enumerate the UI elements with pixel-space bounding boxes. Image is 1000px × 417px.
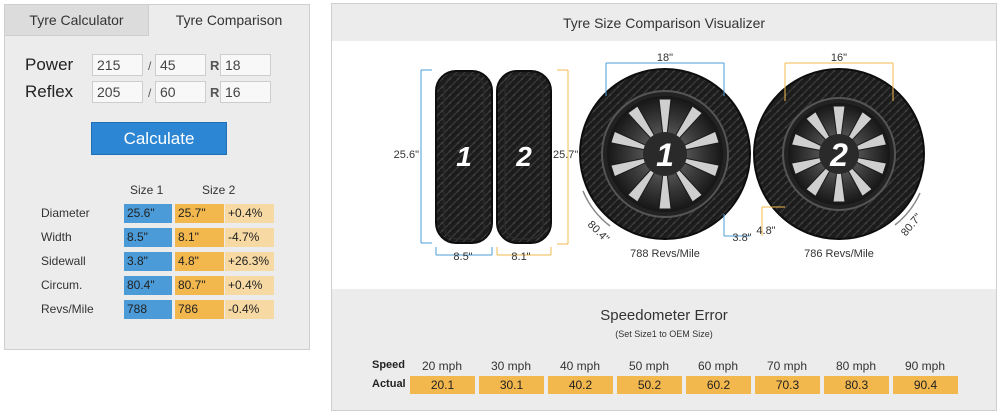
size2-label: Reflex: [25, 82, 74, 101]
separator-r: R: [210, 85, 220, 100]
front-tyre-2-number: 2: [829, 137, 848, 173]
tyre-diagram: 1 2 25.6" 25.7" 8.5" 8.1" 1 2 18" 80.4" …: [394, 52, 925, 263]
actual-speed-value: 90.4: [893, 376, 958, 394]
result-label: Diameter: [41, 206, 90, 220]
actual-speed-value: 80.3: [824, 376, 889, 394]
size2-width-field[interactable]: 205: [92, 81, 143, 103]
front-circum-1-label: 80.4": [585, 219, 611, 245]
result-diff-value: +0.4%: [225, 276, 274, 295]
separator-r: R: [210, 58, 220, 73]
speed-value: 20 mph: [421, 359, 463, 373]
size1-rim-field[interactable]: 18: [220, 54, 271, 76]
speed-value: 80 mph: [835, 359, 877, 373]
result-size2-value: 4.8": [175, 252, 224, 271]
result-diff-value: +0.4%: [225, 204, 274, 223]
result-diff-value: -0.4%: [225, 300, 274, 319]
size2-rim-field[interactable]: 16: [220, 81, 271, 103]
actual-speed-value: 70.3: [755, 376, 820, 394]
result-size1-value: 788: [124, 300, 172, 319]
result-size1-value: 80.4": [124, 276, 172, 295]
result-size2-value: 786: [175, 300, 224, 319]
result-diff-value: -4.7%: [225, 228, 274, 247]
size2-aspect-field[interactable]: 60: [155, 81, 206, 103]
speed-value: 70 mph: [766, 359, 808, 373]
side-diameter-1-marker: [420, 69, 432, 244]
actual-speed-value: 40.2: [548, 376, 613, 394]
side-diameter-2-label: 25.7": [553, 149, 578, 161]
size1-aspect-field[interactable]: 45: [155, 54, 206, 76]
result-size2-value: 80.7": [175, 276, 224, 295]
result-label: Sidewall: [41, 254, 86, 268]
front-tyre-1-number: 1: [656, 137, 674, 173]
speed-value: 30 mph: [490, 359, 532, 373]
speed-value: 50 mph: [628, 359, 670, 373]
result-diff-value: +26.3%: [225, 252, 274, 271]
results-header-size1: Size 1: [130, 183, 164, 197]
front-rim-1-label: 18": [657, 52, 673, 64]
actual-speed-value: 50.2: [617, 376, 682, 394]
speedometer-error-title: Speedometer Error: [600, 307, 728, 324]
result-size1-value: 8.5": [124, 228, 172, 247]
tab-tyre-comparison[interactable]: Tyre Comparison: [149, 5, 309, 36]
actual-speed-value: 60.2: [686, 376, 751, 394]
actual-row-label: Actual: [372, 378, 406, 390]
side-tyre-1-number: 1: [456, 141, 472, 172]
result-label: Width: [41, 230, 72, 244]
result-size1-value: 25.6": [124, 204, 172, 223]
actual-speed-value: 20.1: [410, 376, 475, 394]
size1-label: Power: [25, 55, 74, 74]
separator-slash: /: [148, 86, 152, 100]
speed-value: 40 mph: [559, 359, 601, 373]
front-revs-1-label: 788 Revs/Mile: [630, 248, 700, 260]
result-label: Revs/Mile: [41, 302, 94, 316]
front-sidewall-2-label: 4.8": [756, 225, 775, 237]
result-label: Circum.: [41, 278, 83, 292]
size1-width-field[interactable]: 215: [92, 54, 143, 76]
result-size1-value: 3.8": [124, 252, 172, 271]
front-circum-2-label: 80.7": [899, 211, 925, 238]
results-header-size2: Size 2: [202, 183, 236, 197]
side-width-1-label: 8.5": [453, 251, 472, 263]
front-rim-2-label: 16": [831, 52, 847, 64]
speed-value: 60 mph: [697, 359, 739, 373]
size-row-1: Power 215 / 45 R 18: [25, 54, 295, 76]
side-diameter-1-label: 25.6": [394, 149, 419, 161]
tyre-visualizer-panel: Tyre Size Comparison Visualizer 1 2 25.6…: [331, 3, 997, 411]
side-width-2-label: 8.1": [511, 251, 530, 263]
actual-speed-value: 30.1: [479, 376, 544, 394]
speed-value: 90 mph: [904, 359, 946, 373]
result-size2-value: 25.7": [175, 204, 224, 223]
side-tyre-2-number: 2: [515, 141, 532, 172]
visualizer-canvas: 1 2 25.6" 25.7" 8.5" 8.1" 1 2 18" 80.4" …: [332, 41, 996, 289]
separator-slash: /: [148, 59, 152, 73]
tyre-calculator-panel: Tyre Calculator Tyre Comparison Power 21…: [4, 4, 310, 350]
visualizer-title: Tyre Size Comparison Visualizer: [562, 15, 766, 31]
front-revs-2-label: 786 Revs/Mile: [804, 248, 874, 260]
tab-tyre-calculator[interactable]: Tyre Calculator: [5, 5, 149, 36]
calculate-button[interactable]: Calculate: [91, 122, 227, 155]
speedometer-error-subtitle: (Set Size1 to OEM Size): [615, 329, 713, 339]
size-row-2: Reflex 205 / 60 R 16: [25, 81, 295, 103]
front-sidewall-1-label: 3.8": [732, 232, 751, 244]
speed-row-label: Speed: [372, 359, 406, 371]
result-size2-value: 8.1": [175, 228, 224, 247]
tab-bar: Tyre Calculator Tyre Comparison: [5, 5, 309, 36]
